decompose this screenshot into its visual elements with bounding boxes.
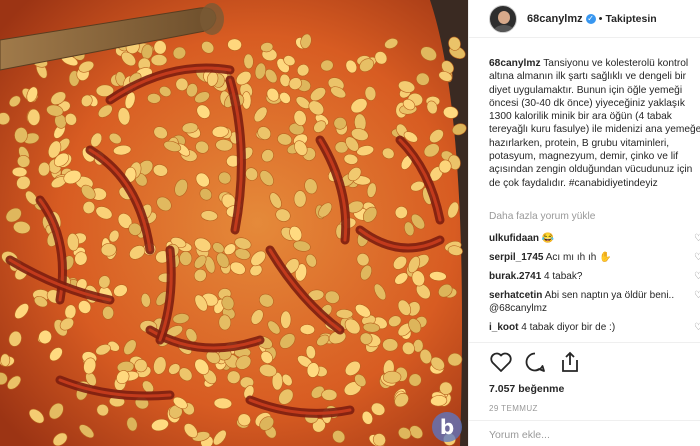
- verified-badge-icon: ✓: [585, 13, 596, 24]
- comment-item: ulkufidaan 😂 ♡: [489, 232, 700, 245]
- watermark-logo: b: [432, 412, 462, 442]
- add-comment-input[interactable]: Yorum ekle...: [469, 420, 700, 446]
- caption-text: Tansiyonu ve kolesterolü kontrol altına …: [489, 58, 700, 189]
- comment-item: i_koot 4 tabak diyor bir de :) ♡: [489, 321, 700, 334]
- comment-text: Acı mı ıh ıh ✋: [543, 252, 612, 263]
- bean-shape: [179, 250, 193, 266]
- comment-item: serhatcetin Abi sen naptın ya öldür beni…: [489, 289, 700, 315]
- bean-shape: [11, 166, 28, 178]
- comment-text: 4 tabak diyor bir de :): [518, 322, 616, 333]
- comment-list: ulkufidaan 😂 ♡ serpil_1745 Acı mı ıh ıh …: [489, 232, 700, 340]
- bean-shape: [102, 306, 115, 320]
- comment-bubble-icon[interactable]: [523, 351, 547, 373]
- comment-text: 4 tabak?: [541, 271, 583, 282]
- bean-shape: [333, 116, 347, 130]
- caption-username[interactable]: 68canylmz: [489, 58, 541, 69]
- heart-icon[interactable]: ♡: [694, 321, 700, 334]
- share-icon[interactable]: [558, 351, 582, 373]
- post-date[interactable]: 29 TEMMUZ: [489, 404, 700, 413]
- bean-stew-image: [0, 0, 468, 446]
- like-count[interactable]: 7.057 beğenme: [489, 383, 700, 395]
- post-caption: 68canylmz Tansiyonu ve kolesterolü kontr…: [489, 57, 700, 190]
- heart-icon[interactable]: ♡: [694, 289, 700, 302]
- bean-shape: [335, 308, 354, 319]
- separator-dot: •: [598, 12, 603, 25]
- comment-username[interactable]: serhatcetin: [489, 290, 542, 301]
- comment-text: 😂: [539, 233, 555, 244]
- heart-icon[interactable]: ♡: [694, 251, 700, 264]
- bean-shape: [382, 370, 402, 384]
- bean-shape: [280, 310, 292, 329]
- comment-username[interactable]: ulkufidaan: [489, 233, 539, 244]
- load-more-comments-link[interactable]: Daha fazla yorum yükle: [489, 211, 595, 222]
- post-header: 68canylmz ✓ • Takiptesin: [469, 0, 700, 38]
- like-heart-icon[interactable]: [489, 351, 513, 373]
- comment-username[interactable]: i_koot: [489, 322, 518, 333]
- avatar[interactable]: [489, 4, 517, 33]
- username-link[interactable]: 68canylmz: [527, 13, 583, 25]
- comment-item: serpil_1745 Acı mı ıh ıh ✋ ♡: [489, 251, 700, 264]
- bean-shape: [150, 54, 168, 66]
- follow-status-button[interactable]: Takiptesin: [606, 13, 657, 25]
- bean-shape: [293, 190, 307, 208]
- comment-username[interactable]: serpil_1745: [489, 252, 544, 263]
- bean-shape: [27, 108, 41, 126]
- comment-item: burak.2741 4 tabak? ♡: [489, 270, 700, 283]
- heart-icon[interactable]: ♡: [694, 270, 700, 283]
- comment-username[interactable]: burak.2741: [489, 271, 541, 282]
- post-photo[interactable]: b: [0, 0, 468, 446]
- post-sidebar: 68canylmz ✓ • Takiptesin 68canylmz Tansi…: [468, 0, 700, 446]
- bean-shape: [218, 314, 232, 331]
- heart-icon[interactable]: ♡: [694, 232, 700, 245]
- bean-shape: [0, 353, 11, 367]
